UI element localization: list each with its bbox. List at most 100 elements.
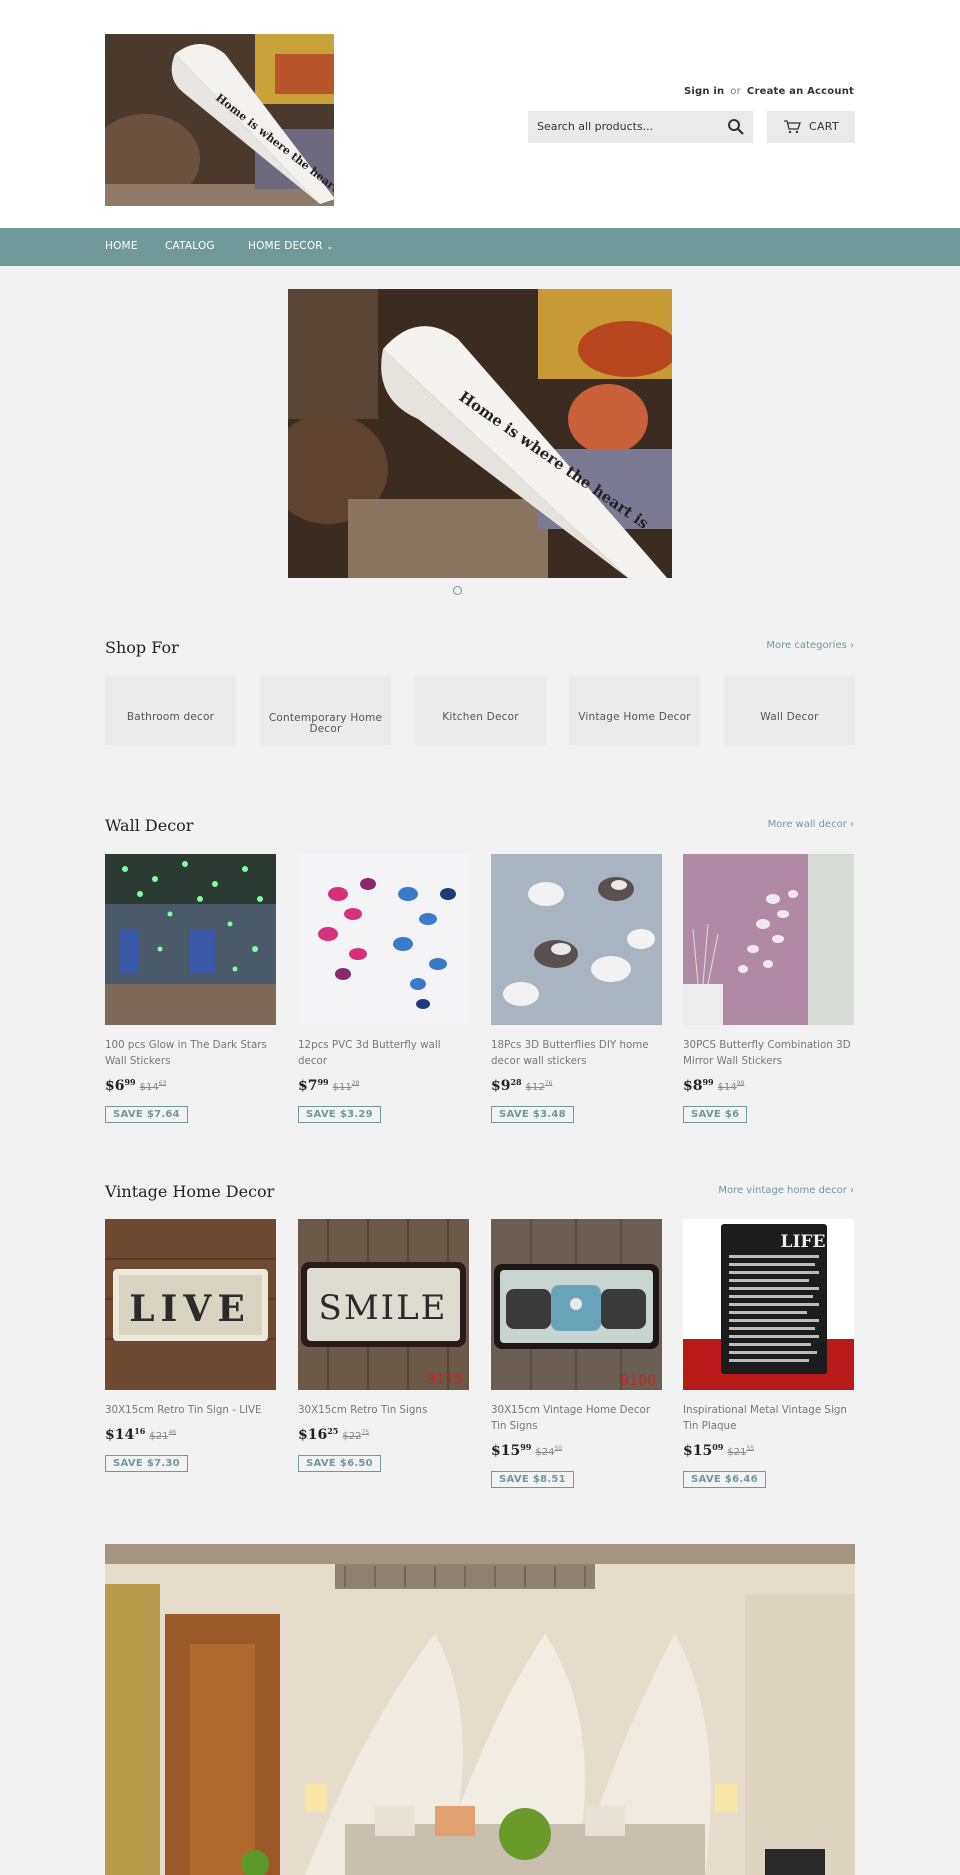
product-card[interactable]: LIFE Inspirational Metal Vintage Sign Ti… — [683, 1219, 854, 1488]
product-card[interactable]: 30PCS Butterfly Combination 3D Mirror Wa… — [683, 854, 854, 1123]
cart-button[interactable]: CART — [767, 111, 855, 143]
save-badge: SAVE $6.46 — [683, 1471, 766, 1488]
main-nav: HOME CATALOG HOME DECOR ⌄ — [0, 228, 960, 266]
product-image[interactable] — [683, 854, 854, 1025]
compare-price-cents: 63 — [158, 1080, 167, 1087]
product-image[interactable]: LIFE — [683, 1219, 854, 1390]
save-badge: SAVE $8.51 — [491, 1471, 574, 1488]
header: Home is where the heart is Sign in or Crea… — [0, 0, 960, 228]
product-image[interactable]: SMILE 9115 — [298, 1219, 469, 1390]
compare-price-cents: 50 — [554, 1445, 563, 1452]
price-cents: 09 — [712, 1442, 724, 1452]
price-cents: 28 — [510, 1077, 522, 1087]
more-vintage-home-decor-link[interactable]: More vintage home decor › — [718, 1185, 854, 1196]
save-badge: SAVE $3.48 — [491, 1106, 574, 1123]
or-text: or — [730, 86, 741, 97]
product-card[interactable]: 12pcs PVC 3d Butterfly wall decor $799 $1… — [298, 854, 469, 1123]
create-account-link[interactable]: Create an Account — [747, 86, 854, 97]
product-title[interactable]: 30X15cm Retro Tin Signs — [298, 1402, 469, 1418]
category-label: Contemporary Home Decor — [268, 712, 383, 735]
compare-price-main: $21 — [727, 1447, 747, 1458]
save-badge: SAVE $6 — [683, 1106, 748, 1123]
compare-price-cents: 55 — [746, 1445, 755, 1452]
product-title[interactable]: 30PCS Butterfly Combination 3D Mirror Wa… — [683, 1037, 854, 1069]
nav-item-catalog[interactable]: CATALOG — [165, 240, 215, 252]
more-categories-link[interactable]: More categories › — [766, 640, 854, 651]
product-image[interactable]: 9100 — [491, 1219, 662, 1390]
category-vintage-home-decor[interactable]: Vintage Home Decor — [569, 676, 700, 745]
product-image[interactable] — [105, 854, 276, 1025]
product-title[interactable]: 12pcs PVC 3d Butterfly wall decor — [298, 1037, 469, 1069]
price-main: $9 — [491, 1078, 511, 1094]
product-image[interactable] — [298, 854, 469, 1025]
product-price: $1416 $2146 — [105, 1426, 276, 1443]
compare-price: $1276 — [525, 1080, 553, 1093]
promo-banner-image[interactable] — [105, 1544, 855, 1875]
slide-indicator-dot[interactable] — [453, 586, 462, 595]
more-wall-decor-link[interactable]: More wall decor › — [768, 819, 854, 830]
category-label: Bathroom decor — [126, 711, 215, 723]
category-wall-decor[interactable]: Wall Decor — [724, 676, 855, 745]
shop-for-title: Shop For — [105, 638, 179, 657]
sign-code: 9100 — [620, 1373, 656, 1389]
product-card[interactable]: 18Pcs 3D Butterflies DIY home decor wall… — [491, 854, 662, 1123]
save-badge: SAVE $7.30 — [105, 1455, 188, 1472]
product-title[interactable]: Inspirational Metal Vintage Sign Tin Pla… — [683, 1402, 854, 1434]
hero-image: Home is where the heart is — [288, 289, 672, 578]
price-cents: 16 — [134, 1426, 146, 1436]
sign-text: LIFE — [781, 1232, 826, 1252]
logo-image: Home is where the heart is — [105, 34, 334, 206]
search-input[interactable]: Search all products... — [528, 111, 753, 143]
compare-price-main: $22 — [342, 1431, 362, 1442]
nav-item-home[interactable]: HOME — [105, 240, 138, 252]
product-image[interactable]: LIVE — [105, 1219, 276, 1390]
price-cents: 99 — [317, 1077, 329, 1087]
product-card[interactable]: SMILE 9115 30X15cm Retro Tin Signs $1625… — [298, 1219, 469, 1472]
price-cents: 99 — [124, 1077, 136, 1087]
account-links: Sign in or Create an Account — [684, 86, 854, 97]
product-card[interactable]: 100 pcs Glow in The Dark Stars Wall Stic… — [105, 854, 276, 1123]
compare-price-main: $14 — [717, 1082, 737, 1093]
product-card[interactable]: 9100 30X15cm Vintage Home Decor Tin Sign… — [491, 1219, 662, 1488]
product-card[interactable]: LIVE 30X15cm Retro Tin Sign - LIVE $1416… — [105, 1219, 276, 1472]
nav-item-home-decor[interactable]: HOME DECOR ⌄ — [248, 240, 333, 252]
nav-item-home-decor-label: HOME DECOR — [248, 240, 323, 252]
compare-price: $1463 — [139, 1080, 167, 1093]
product-title[interactable]: 30X15cm Retro Tin Sign - LIVE — [105, 1402, 276, 1418]
category-bathroom-decor[interactable]: Bathroom decor — [105, 676, 236, 745]
product-price: $1509 $2155 — [683, 1442, 854, 1459]
product-title[interactable]: 100 pcs Glow in The Dark Stars Wall Stic… — [105, 1037, 276, 1069]
compare-price-cents: 46 — [168, 1429, 177, 1436]
search-placeholder: Search all products... — [537, 120, 654, 133]
price-main: $15 — [491, 1443, 521, 1459]
compare-price: $2146 — [149, 1429, 177, 1442]
product-price: $799 $1128 — [298, 1077, 469, 1094]
product-price: $1599 $2450 — [491, 1442, 662, 1459]
product-price: $928 $1276 — [491, 1077, 662, 1094]
vintage-home-decor-title: Vintage Home Decor — [105, 1182, 275, 1201]
compare-price: $1128 — [333, 1080, 360, 1093]
compare-price-main: $12 — [525, 1082, 545, 1093]
hero-slide-image[interactable]: Home is where the heart is — [288, 289, 672, 578]
price-cents: 99 — [702, 1077, 714, 1087]
category-kitchen-decor[interactable]: Kitchen Decor — [415, 676, 546, 745]
sign-in-link[interactable]: Sign in — [684, 86, 724, 97]
compare-price-main: $14 — [139, 1082, 159, 1093]
product-image[interactable] — [491, 854, 662, 1025]
price-main: $16 — [298, 1427, 328, 1443]
compare-price-main: $21 — [149, 1431, 169, 1442]
category-contemporary-home-decor[interactable]: Contemporary Home Decor — [260, 676, 391, 745]
product-title[interactable]: 18Pcs 3D Butterflies DIY home decor wall… — [491, 1037, 662, 1069]
search-icon[interactable] — [726, 117, 746, 137]
category-label: Kitchen Decor — [442, 711, 519, 723]
cart-icon — [784, 120, 801, 134]
store-logo[interactable]: Home is where the heart is — [105, 34, 334, 206]
compare-price-cents: 75 — [361, 1429, 370, 1436]
cart-label: CART — [809, 120, 839, 133]
product-title[interactable]: 30X15cm Vintage Home Decor Tin Signs — [491, 1402, 662, 1434]
compare-price: $2275 — [342, 1429, 370, 1442]
compare-price-main: $24 — [535, 1447, 555, 1458]
save-badge: SAVE $6.50 — [298, 1455, 381, 1472]
compare-price: $2450 — [535, 1445, 563, 1458]
product-price: $1625 $2275 — [298, 1426, 469, 1443]
